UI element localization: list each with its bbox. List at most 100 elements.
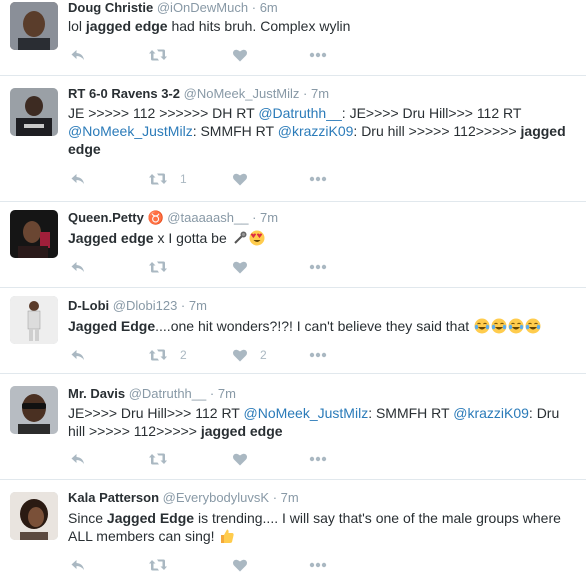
retweet-button[interactable] [148,451,180,467]
display-name[interactable]: RT 6-0 Ravens 3-2 [68,86,180,101]
heart-button[interactable] [232,557,260,573]
keyword-highlight: Jagged Edge [68,318,156,334]
retweet-button[interactable]: 2 [148,347,187,363]
tweet-item[interactable]: Queen.Petty ♉ @taaaaash__ · 7m Jagged ed… [0,202,586,288]
tweet-text: Since Jagged Edge is trending.... I will… [68,509,574,545]
text-span: JE>>>> Dru Hill>>> 112 RT [68,405,244,421]
heart-icon [232,557,248,573]
timestamp[interactable]: 7m [281,490,299,505]
username[interactable]: @NoMeek_JustMilz [184,86,300,101]
like-count: 2 [260,348,267,362]
display-name[interactable]: D-Lobi [68,298,109,313]
username[interactable]: @EverybodyluvsK [163,490,269,505]
tweet-text: JE >>>>> 112 >>>>>> DH RT @Datruthh__: J… [68,104,574,158]
display-name[interactable]: Doug Christie [68,0,153,15]
tweet-item[interactable]: Doug Christie @iOnDewMuch · 6m lol jagge… [0,0,586,76]
username[interactable]: @iOnDewMuch [157,0,248,15]
separator: · [272,490,278,505]
avatar[interactable] [10,386,58,434]
mention-link[interactable]: @Datruthh__ [258,105,341,121]
display-name[interactable]: Mr. Davis [68,386,125,401]
reply-arrow-icon [70,47,86,63]
more-dots-button[interactable] [308,347,328,363]
tweet-actions [68,451,368,467]
keyword-highlight: Jagged Edge [106,510,195,526]
more-dots-button[interactable] [308,259,328,275]
heart-button[interactable] [232,451,260,467]
more-dots-button[interactable] [308,451,328,467]
timestamp[interactable]: 6m [260,0,278,15]
text-span: JE >>>>> 112 >>>>>> DH RT [68,105,259,121]
heart-icon [232,259,248,275]
more-dots-icon [308,171,328,187]
heart-button[interactable] [232,47,260,63]
reply-arrow-button[interactable] [70,451,86,467]
retweet-icon [148,259,168,275]
reply-arrow-button[interactable] [70,557,86,573]
more-dots-button[interactable] [308,47,328,63]
mention-link[interactable]: @krazziK09 [278,123,354,139]
retweet-icon [148,451,168,467]
keyword-highlight: Jagged edge [68,230,154,246]
tweet-item[interactable]: D-Lobi @Dlobi123 · 7m Jagged Edge....one… [0,288,586,374]
more-dots-button[interactable] [308,557,328,573]
tweet-actions [68,557,368,573]
avatar[interactable] [10,2,58,50]
avatar[interactable] [10,296,58,344]
heart-button[interactable] [232,259,260,275]
reply-arrow-button[interactable] [70,347,86,363]
heart-button[interactable] [232,171,260,187]
more-dots-icon [308,451,328,467]
tears-of-joy-emoji-icon [474,318,490,334]
reply-arrow-icon [70,347,86,363]
timestamp[interactable]: 7m [218,386,236,401]
retweet-icon [148,347,168,363]
tweet-actions: 1 [68,171,368,187]
tears-of-joy-emoji-icon [508,318,524,334]
more-dots-button[interactable] [308,171,328,187]
tweet-actions: 22 [68,347,368,363]
avatar[interactable] [10,492,58,540]
display-name[interactable]: Queen.Petty [68,210,144,225]
tweet-item[interactable]: Kala Patterson @EverybodyluvsK · 7m Sinc… [0,480,586,586]
avatar[interactable] [10,210,58,258]
avatar[interactable] [10,88,58,136]
separator: · [180,298,186,313]
reply-arrow-button[interactable] [70,171,86,187]
keyword-highlight: jagged edge [200,423,283,439]
thumbs-up-emoji-icon [221,529,235,543]
retweet-button[interactable] [148,47,180,63]
mention-link[interactable]: @NoMeek_JustMilz [244,405,369,421]
timestamp[interactable]: 7m [311,86,329,101]
tweet-item[interactable]: Mr. Davis @Datruthh__ · 7m JE>>>> Dru Hi… [0,374,586,480]
text-span: : Dru hill >>>>> 112>>>>> [353,123,521,139]
timestamp[interactable]: 7m [189,298,207,313]
display-name[interactable]: Kala Patterson [68,490,159,505]
mention-link[interactable]: @krazziK09 [453,405,529,421]
mention-link[interactable]: @NoMeek_JustMilz [68,123,193,139]
keyword-highlight: jagged edge [85,18,168,34]
reply-arrow-icon [70,557,86,573]
retweet-count: 2 [180,348,187,362]
reply-arrow-button[interactable] [70,259,86,275]
reply-arrow-button[interactable] [70,47,86,63]
separator: · [209,386,215,401]
retweet-button[interactable] [148,259,180,275]
heart-button[interactable]: 2 [232,347,267,363]
timestamp[interactable]: 7m [260,210,278,225]
retweet-button[interactable]: 1 [148,171,187,187]
more-dots-icon [308,557,328,573]
username[interactable]: @taaaaash__ [167,210,248,225]
tears-of-joy-emoji-icon [491,318,507,334]
tweet-actions [68,259,368,275]
username[interactable]: @Datruthh__ [129,386,207,401]
retweet-icon [148,47,168,63]
text-span: Since [68,510,107,526]
separator: · [303,86,308,101]
retweet-button[interactable] [148,557,180,573]
tweet-item[interactable]: RT 6-0 Ravens 3-2 @NoMeek_JustMilz · 7m … [0,76,586,202]
username[interactable]: @Dlobi123 [113,298,178,313]
text-span: ....one hit wonders?!?! I can't believe … [155,318,474,334]
reply-arrow-icon [70,171,86,187]
text-span: : JE>>>> Dru Hill>>> 112 RT [341,105,522,121]
